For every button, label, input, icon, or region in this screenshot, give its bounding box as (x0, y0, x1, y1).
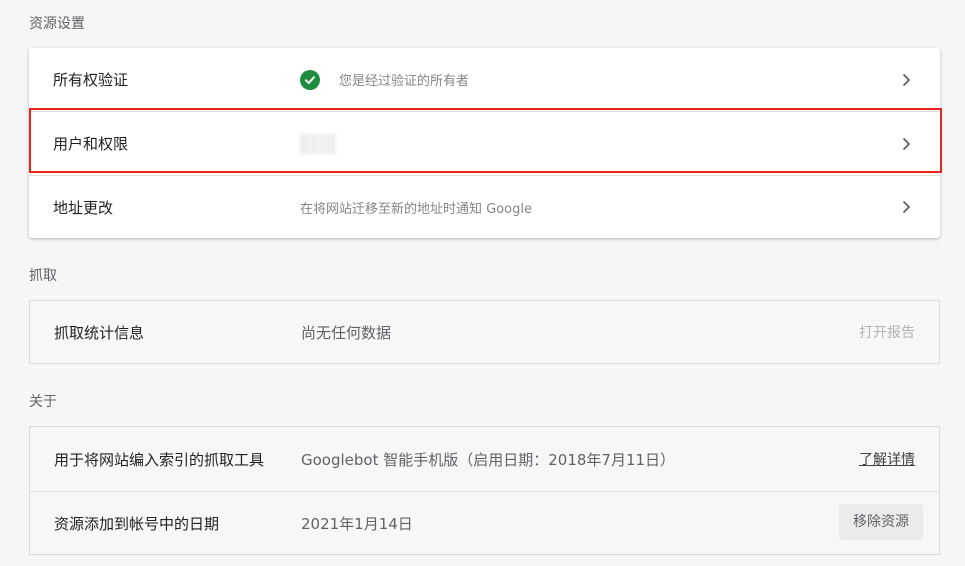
address-change-label: 地址更改 (53, 198, 114, 217)
chevron-right-icon (902, 73, 911, 86)
address-change-value: 在将网站迁移至新的地址时通知 Google (300, 201, 532, 217)
resource-settings-card: 所有权验证 您是经过验证的所有者 用户和权限 地址更改 在将网站迁移至新的地址时… (29, 48, 940, 238)
crawl-card: 抓取统计信息 尚无任何数据 打开报告 (29, 300, 940, 364)
row-users-and-permissions[interactable]: 用户和权限 (29, 111, 940, 175)
open-report-link[interactable]: 打开报告 (859, 322, 915, 342)
section-title-resource-settings: 资源设置 (29, 16, 85, 32)
redacted-value (300, 133, 336, 154)
date-added-value: 2021年1月14日 (301, 514, 413, 533)
crawl-stats-value: 尚无任何数据 (301, 323, 392, 342)
row-date-added: 资源添加到帐号中的日期 2021年1月14日 移除资源 (30, 491, 939, 554)
crawler-value: Googlebot 智能手机版（启用日期：2018年7月11日） (301, 450, 676, 469)
about-card: 用于将网站编入索引的抓取工具 Googlebot 智能手机版（启用日期：2018… (29, 426, 940, 555)
row-crawler: 用于将网站编入索引的抓取工具 Googlebot 智能手机版（启用日期：2018… (30, 427, 939, 491)
users-and-permissions-value (300, 133, 336, 154)
ownership-verification-value: 您是经过验证的所有者 (300, 69, 470, 90)
row-crawl-stats: 抓取统计信息 尚无任何数据 打开报告 (30, 301, 939, 363)
date-added-label: 资源添加到帐号中的日期 (54, 514, 220, 533)
chevron-right-icon (902, 137, 911, 150)
crawl-stats-label: 抓取统计信息 (54, 323, 145, 342)
section-title-about: 关于 (29, 394, 57, 410)
remove-property-button[interactable]: 移除资源 (839, 504, 923, 540)
chevron-right-icon (902, 200, 911, 214)
learn-more-link[interactable]: 了解详情 (859, 449, 915, 469)
ownership-verification-label: 所有权验证 (53, 71, 129, 89)
section-title-crawl: 抓取 (29, 268, 57, 284)
crawler-label: 用于将网站编入索引的抓取工具 (54, 450, 265, 469)
row-address-change[interactable]: 地址更改 在将网站迁移至新的地址时通知 Google (29, 175, 940, 238)
row-ownership-verification[interactable]: 所有权验证 您是经过验证的所有者 (29, 48, 940, 111)
users-and-permissions-label: 用户和权限 (53, 135, 129, 153)
check-circle-icon (300, 69, 320, 90)
ownership-verification-text: 您是经过验证的所有者 (339, 74, 470, 89)
